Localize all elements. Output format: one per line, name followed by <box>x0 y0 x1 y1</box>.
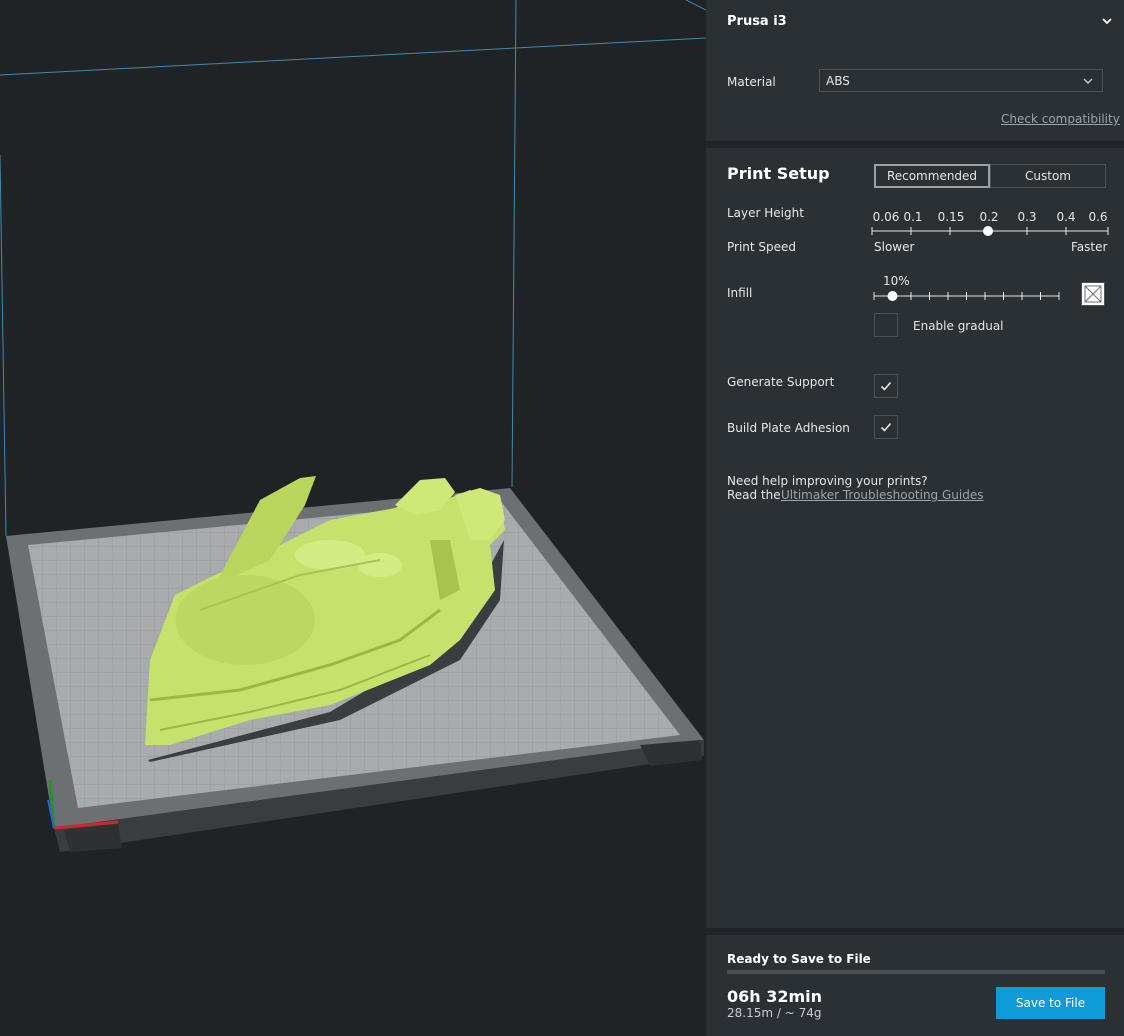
build-plate-adhesion-checkbox[interactable] <box>874 415 898 439</box>
checkmark-icon <box>880 422 892 432</box>
infill-label: Infill <box>727 286 753 300</box>
check-compatibility-link[interactable]: Check compatibility <box>1001 112 1120 126</box>
infill-value: 10% <box>883 274 910 288</box>
infill-slider[interactable] <box>872 287 1062 305</box>
print-speed-label: Print Speed <box>727 240 797 254</box>
build-plate-adhesion-label: Build Plate Adhesion <box>727 421 850 435</box>
generate-support-checkbox[interactable] <box>874 374 898 398</box>
print-setup-title: Print Setup <box>727 164 830 183</box>
enable-gradual-label: Enable gradual <box>913 319 1004 333</box>
speed-slower-label: Slower <box>874 240 915 254</box>
infill-handle <box>887 291 898 301</box>
help-text: Need help improving your prints? <box>727 474 928 488</box>
chevron-down-icon[interactable] <box>1100 14 1114 28</box>
job-status: Ready to Save to File <box>727 952 871 966</box>
layer-height-label: Layer Height <box>727 206 804 220</box>
material-usage: 28.15m / ~ 74g <box>727 1006 822 1020</box>
help-text-prefix: Read the <box>727 488 781 502</box>
printer-panel: Prusa i3 Material ABS Check compatibilit… <box>706 0 1124 141</box>
material-value: ABS <box>826 74 850 88</box>
save-to-file-button[interactable]: Save to File <box>996 987 1105 1019</box>
recommended-tab[interactable]: Recommended <box>874 164 990 188</box>
material-label: Material <box>727 75 776 89</box>
job-panel: Ready to Save to File 06h 32min 28.15m /… <box>706 935 1124 1036</box>
troubleshooting-guides-link[interactable]: Ultimaker Troubleshooting Guides <box>781 488 983 502</box>
3d-viewport[interactable] <box>0 0 706 1036</box>
build-volume-outline <box>0 0 706 537</box>
print-time: 06h 32min <box>727 987 823 1006</box>
speed-faster-label: Faster <box>1071 240 1108 254</box>
print-setup-panel: Print Setup Recommended Custom Layer Hei… <box>706 148 1124 928</box>
printer-name[interactable]: Prusa i3 <box>727 14 787 29</box>
generate-support-label: Generate Support <box>727 375 835 389</box>
build-volume-scene <box>0 0 706 852</box>
material-dropdown[interactable]: ABS <box>819 69 1103 92</box>
checkmark-icon <box>880 381 892 391</box>
layer-height-slider[interactable] <box>870 222 1110 240</box>
chevron-down-icon <box>1083 78 1093 84</box>
custom-tab[interactable]: Custom <box>990 164 1106 188</box>
layer-height-handle <box>983 226 993 236</box>
job-progress-fill <box>727 970 1105 974</box>
job-progress-bar <box>727 970 1105 974</box>
infill-pattern-icon <box>1081 282 1105 306</box>
enable-gradual-checkbox[interactable] <box>874 313 898 337</box>
